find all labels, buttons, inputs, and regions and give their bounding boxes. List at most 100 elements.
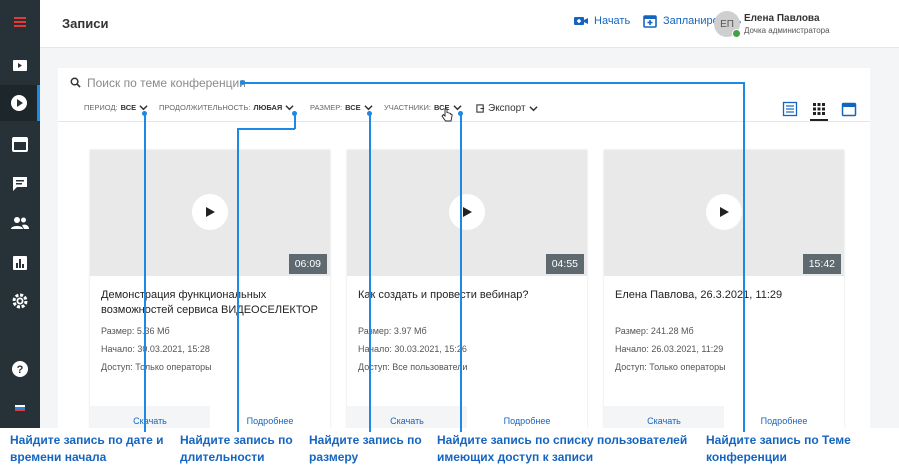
callout-participants: Найдите запись по списку пользователей и… <box>437 432 688 466</box>
export-label: Экспорт <box>488 103 526 114</box>
callout-size: Найдите запись по размеру <box>309 432 422 466</box>
filter-period-label: ПЕРИОД: <box>84 103 118 112</box>
help-icon: ? <box>12 361 28 377</box>
callout-participants-line2: имеющих доступ к записи <box>437 450 594 464</box>
recording-access: Доступ: Только операторы <box>615 362 726 372</box>
recording-title: Как создать и провести вебинар? <box>358 289 529 301</box>
filter-duration-value: ЛЮБАЯ <box>253 103 283 112</box>
russian-flag-icon <box>15 405 25 411</box>
sidebar-item-help[interactable]: ? <box>0 351 40 387</box>
filter-period-value: ВСЕ <box>120 103 137 112</box>
hand-cursor-icon <box>441 108 453 122</box>
start-button[interactable]: Начать <box>574 14 630 28</box>
chevron-down-icon <box>528 106 538 112</box>
chat-icon <box>13 177 27 191</box>
play-circle-icon <box>10 95 27 111</box>
gear-icon <box>12 293 28 309</box>
list-view-icon[interactable] <box>782 101 798 117</box>
callout-participants-line1: Найдите запись по списку пользователей <box>437 433 688 447</box>
menu-icon[interactable] <box>0 4 40 40</box>
filter-size-value: ВСЕ <box>345 103 361 112</box>
details-button[interactable]: Подробнее <box>467 416 587 426</box>
callout-line-participants <box>460 113 462 433</box>
people-icon <box>11 217 29 229</box>
video-camera-icon <box>13 60 27 71</box>
callout-search: Найдите запись по Теме конференции <box>706 432 851 466</box>
recording-title: Демонстрация функциональных возможностей… <box>101 289 318 316</box>
sidebar-item-chat[interactable] <box>0 166 40 202</box>
sidebar-item-conferences[interactable] <box>0 47 40 83</box>
filter-participants-label: УЧАСТНИКИ: <box>384 103 431 112</box>
recording-start: Начало: 30.03.2021, 15:28 <box>101 344 210 354</box>
recording-card[interactable]: 04:55 Как создать и провести вебинар? Ра… <box>347 150 587 472</box>
sidebar-item-contacts[interactable] <box>0 205 40 241</box>
search-input[interactable]: Поиск по теме конференции <box>87 76 246 90</box>
calendar-icon <box>12 137 28 152</box>
callout-line-duration <box>294 113 296 129</box>
sidebar-item-settings[interactable] <box>0 283 40 319</box>
video-thumbnail[interactable]: 06:09 <box>90 150 330 276</box>
video-thumbnail[interactable]: 04:55 <box>347 150 587 276</box>
recording-size: Размер: 241.28 Мб <box>615 326 694 336</box>
sidebar-item-statistics[interactable] <box>0 245 40 281</box>
filter-divider <box>58 121 870 122</box>
video-plus-icon <box>574 17 588 25</box>
download-button[interactable]: Скачать <box>347 416 467 426</box>
play-button[interactable] <box>449 194 485 230</box>
recording-start: Начало: 26.03.2021, 11:29 <box>615 344 724 354</box>
recording-access: Доступ: Все пользователи <box>358 362 468 372</box>
callout-search-line2: конференции <box>706 450 787 464</box>
play-icon <box>720 207 729 217</box>
callout-line-search-h <box>242 82 744 84</box>
sidebar-item-calendar[interactable] <box>0 126 40 162</box>
online-status-dot <box>732 29 741 38</box>
callout-size-line1: Найдите запись по <box>309 433 422 447</box>
filter-period[interactable]: ПЕРИОД: ВСЕ <box>84 103 148 112</box>
recording-size: Размер: 5.36 Мб <box>101 326 170 336</box>
calendar-view-icon[interactable] <box>841 101 857 117</box>
export-button[interactable]: Экспорт <box>476 103 538 114</box>
export-icon <box>476 104 485 113</box>
user-role: Дочка администратора <box>744 26 830 35</box>
duration-badge: 04:55 <box>545 254 584 274</box>
sidebar-item-language[interactable] <box>0 390 40 426</box>
start-button-label: Начать <box>594 15 631 27</box>
callout-period-line2: времени начала <box>10 450 107 464</box>
filter-size[interactable]: РАЗМЕР: ВСЕ <box>310 103 373 112</box>
calendar-plus-icon <box>643 15 657 28</box>
hamburger-icon <box>14 17 26 27</box>
page-title: Записи <box>62 16 109 31</box>
recording-card[interactable]: 06:09 Демонстрация функциональных возмож… <box>90 150 330 472</box>
recording-title: Елена Павлова, 26.3.2021, 11:29 <box>615 289 783 301</box>
sidebar-item-recordings[interactable] <box>0 85 40 121</box>
filter-duration[interactable]: ПРОДОЛЖИТЕЛЬНОСТЬ: ЛЮБАЯ <box>159 103 294 112</box>
top-header: Записи <box>40 0 899 48</box>
callout-line-size <box>369 113 371 433</box>
callout-size-line2: размеру <box>309 450 359 464</box>
download-button[interactable]: Скачать <box>90 416 210 426</box>
user-name[interactable]: Елена Павлова <box>744 13 820 24</box>
callout-line-duration-h <box>237 128 295 130</box>
sidebar: ? <box>0 0 40 472</box>
bar-chart-icon <box>13 256 27 270</box>
download-button[interactable]: Скачать <box>604 416 724 426</box>
callout-duration-line2: длительности <box>180 450 265 464</box>
play-button[interactable] <box>192 194 228 230</box>
recording-start: Начало: 30.03.2021, 15:26 <box>358 344 467 354</box>
callout-line-period <box>144 113 146 433</box>
details-button[interactable]: Подробнее <box>210 416 330 426</box>
search-icon <box>70 77 81 88</box>
callout-duration: Найдите запись по длительности <box>180 432 293 466</box>
play-button[interactable] <box>706 194 742 230</box>
callout-search-line1: Найдите запись по Теме <box>706 433 851 447</box>
details-button[interactable]: Подробнее <box>724 416 844 426</box>
svg-text:?: ? <box>17 364 24 376</box>
grid-view-icon[interactable] <box>811 101 827 117</box>
duration-badge: 06:09 <box>288 254 327 274</box>
video-thumbnail[interactable]: 15:42 <box>604 150 844 276</box>
recording-access: Доступ: Только операторы <box>101 362 212 372</box>
play-icon <box>463 207 472 217</box>
callout-period-line1: Найдите запись по дате и <box>10 433 164 447</box>
callout-duration-line1: Найдите запись по <box>180 433 293 447</box>
recording-card[interactable]: 15:42 Елена Павлова, 26.3.2021, 11:29 Ра… <box>604 150 844 472</box>
